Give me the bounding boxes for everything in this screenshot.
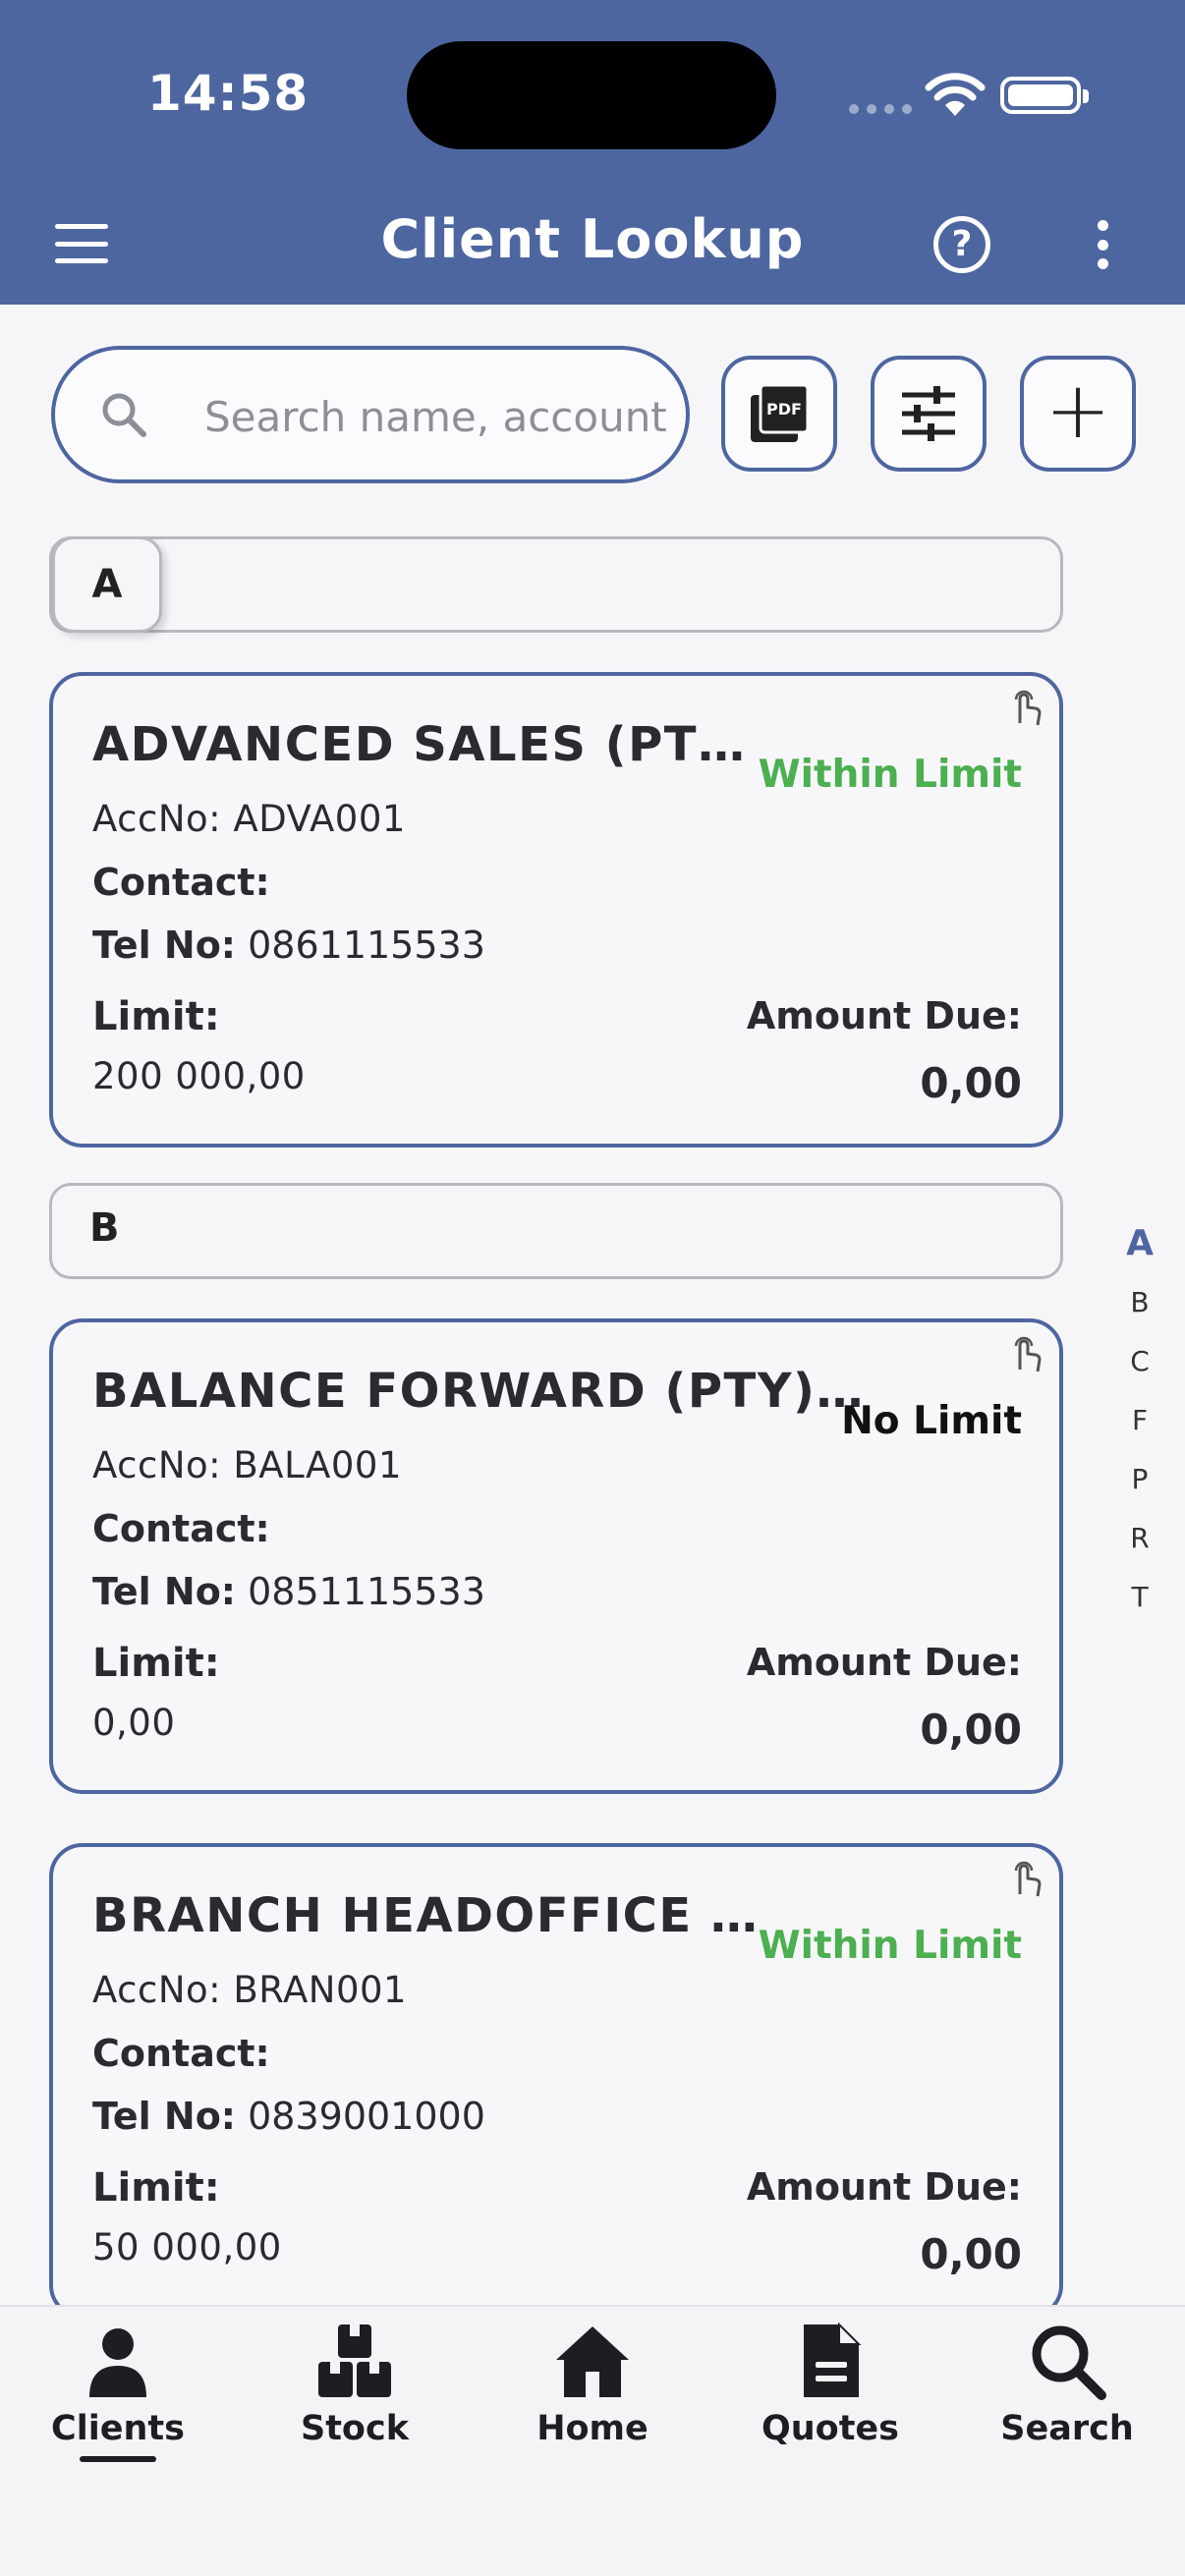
help-icon[interactable]: ? <box>933 216 990 273</box>
limit-value: 200 000,00 <box>92 1055 306 1097</box>
tel-value: 0861115533 <box>248 924 485 967</box>
bottom-navigation: Clients Stock Home Quotes Search <box>0 2305 1185 2576</box>
search-bar[interactable] <box>51 346 690 483</box>
contact-field: Contact: <box>92 861 270 904</box>
more-options-icon[interactable] <box>1093 220 1112 269</box>
nav-label: Stock <box>300 2409 409 2448</box>
touch-icon <box>1014 690 1042 726</box>
pdf-icon-label: PDF <box>766 400 802 419</box>
section-letter: A <box>52 536 162 633</box>
client-card[interactable]: BALANCE FORWARD (PTY) LTD No Limit AccNo… <box>49 1318 1063 1794</box>
alpha-index-c[interactable]: C <box>1120 1332 1159 1391</box>
person-icon <box>89 2328 146 2397</box>
filter-button[interactable] <box>871 356 987 472</box>
alphabet-index: A B C F P R T <box>1120 1214 1159 1627</box>
active-tab-indicator <box>80 2456 156 2462</box>
amount-due-label: Amount Due: <box>746 994 1022 1037</box>
client-name: ADVANCED SALES (PTY) LTD <box>92 717 780 772</box>
cellular-signal-icon <box>849 104 912 114</box>
nav-clients[interactable]: Clients <box>20 2321 216 2468</box>
tune-icon <box>902 386 955 441</box>
client-card[interactable]: BRANCH HEADOFFICE (PTY) LTD Within Limit… <box>49 1843 1063 2319</box>
amount-due-value: 0,00 <box>920 1059 1022 1107</box>
client-name: BRANCH HEADOFFICE (PTY) LTD <box>92 1888 780 1943</box>
touch-icon <box>1014 1336 1042 1372</box>
limit-status: Within Limit <box>758 753 1022 797</box>
limit-label: Limit: <box>92 994 220 1039</box>
amount-due-label: Amount Due: <box>746 1641 1022 1684</box>
search-input[interactable] <box>204 387 666 446</box>
nav-search[interactable]: Search <box>969 2321 1165 2468</box>
app-bar: 14:58 Client Lookup ? <box>0 0 1185 305</box>
tel-label: Tel No: <box>92 1570 237 1613</box>
nav-label: Home <box>536 2409 649 2448</box>
contact-field: Contact: <box>92 1507 270 1550</box>
alpha-index-p[interactable]: P <box>1120 1450 1159 1509</box>
nav-label: Quotes <box>761 2409 900 2448</box>
tel-field: Tel No: 0861115533 <box>92 924 485 967</box>
nav-quotes[interactable]: Quotes <box>732 2321 929 2468</box>
limit-value: 50 000,00 <box>92 2226 282 2268</box>
pdf-icon: PDF <box>751 383 810 442</box>
alpha-index-f[interactable]: F <box>1120 1391 1159 1450</box>
account-number: AccNo: ADVA001 <box>92 798 406 840</box>
section-letter: B <box>89 1205 120 1251</box>
amount-due-value: 0,00 <box>920 2230 1022 2278</box>
client-card[interactable]: ADVANCED SALES (PTY) LTD Within Limit Ac… <box>49 672 1063 1148</box>
pdf-button[interactable]: PDF <box>721 356 837 472</box>
contact-label: Contact: <box>92 1507 270 1550</box>
contact-label: Contact: <box>92 2032 270 2075</box>
account-number: AccNo: BALA001 <box>92 1444 402 1486</box>
alpha-index-a[interactable]: A <box>1120 1214 1159 1273</box>
tel-label: Tel No: <box>92 2095 237 2138</box>
limit-status: Within Limit <box>758 1924 1022 1968</box>
limit-status: No Limit <box>841 1399 1022 1443</box>
alpha-index-r[interactable]: R <box>1120 1509 1159 1568</box>
plus-icon: + <box>1044 364 1111 456</box>
tel-field: Tel No: 0839001000 <box>92 2095 485 2138</box>
amount-due-label: Amount Due: <box>746 2165 1022 2209</box>
dynamic-island <box>407 41 776 149</box>
tel-value: 0839001000 <box>248 2095 485 2138</box>
status-time: 14:58 <box>147 65 310 122</box>
document-icon <box>804 2322 862 2397</box>
wifi-icon <box>925 73 986 116</box>
alpha-index-b[interactable]: B <box>1120 1273 1159 1332</box>
tel-value: 0851115533 <box>248 1570 485 1613</box>
limit-label: Limit: <box>92 2165 220 2211</box>
battery-icon <box>1000 77 1089 114</box>
alpha-index-t[interactable]: T <box>1120 1568 1159 1627</box>
nav-label: Search <box>1000 2409 1134 2448</box>
boxes-icon <box>318 2324 391 2397</box>
add-client-button[interactable]: + <box>1020 356 1136 472</box>
section-header-b: B <box>49 1183 1063 1279</box>
tel-label: Tel No: <box>92 924 237 967</box>
page-title: Client Lookup <box>380 208 805 270</box>
nav-label: Clients <box>51 2409 185 2448</box>
tel-field: Tel No: 0851115533 <box>92 1570 485 1613</box>
limit-label: Limit: <box>92 1641 220 1686</box>
home-icon <box>556 2326 629 2397</box>
account-number: AccNo: BRAN001 <box>92 1969 408 2011</box>
nav-home[interactable]: Home <box>494 2321 691 2468</box>
touch-icon <box>1014 1861 1042 1897</box>
client-name: BALANCE FORWARD (PTY) LTD <box>92 1364 869 1419</box>
contact-label: Contact: <box>92 861 270 904</box>
nav-stock[interactable]: Stock <box>256 2321 453 2468</box>
limit-value: 0,00 <box>92 1702 176 1744</box>
search-icon <box>1032 2325 1106 2400</box>
search-icon <box>102 393 146 437</box>
contact-field: Contact: <box>92 2032 270 2075</box>
section-header-a: A <box>49 536 1063 633</box>
amount-due-value: 0,00 <box>920 1706 1022 1754</box>
